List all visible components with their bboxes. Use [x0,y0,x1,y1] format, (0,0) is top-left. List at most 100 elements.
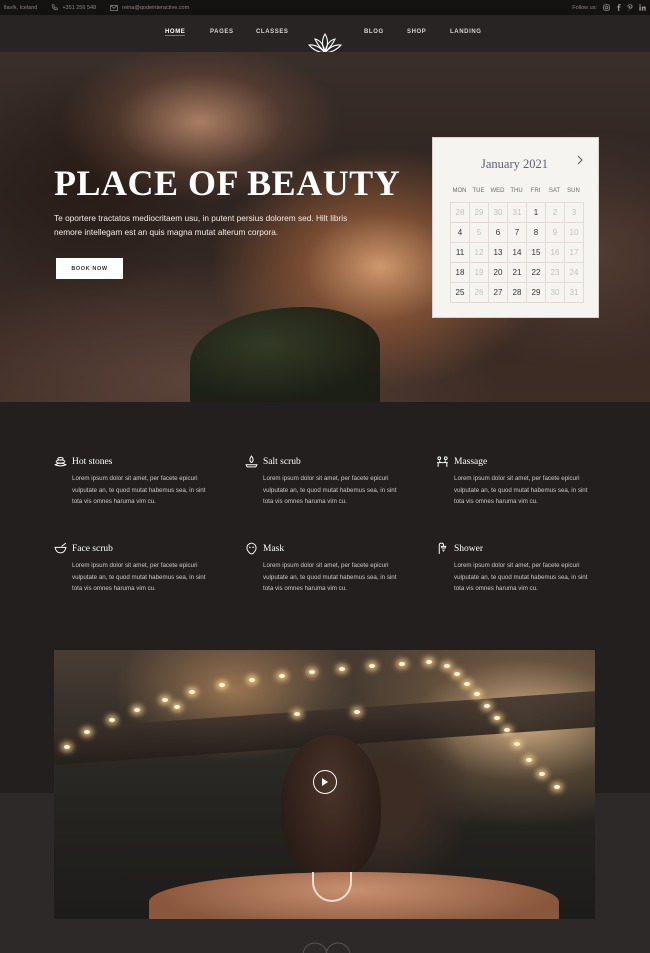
email-item[interactable]: reina@qodeinteractive.com [110,4,189,11]
play-button[interactable] [313,770,337,794]
candle-light [134,708,140,712]
weekday-label: WED [490,188,505,194]
calendar-day[interactable]: 21 [508,263,527,283]
candle-light [279,674,285,678]
video-image-person [281,735,381,880]
book-now-button[interactable]: BOOK NOW [56,258,123,279]
service-description: Lorem ipsum dolor sit amet, per facete e… [72,475,206,505]
candle-light [494,716,500,720]
nav-classes[interactable]: CLASSES [256,29,289,35]
service-item: Massage Lorem ipsum dolor sit amet, per f… [436,455,601,508]
calendar-day[interactable]: 6 [489,223,508,243]
calendar-day[interactable]: 9 [546,223,565,243]
service-item: Hot stones Lorem ipsum dolor sit amet, pe… [54,455,219,508]
calendar-day[interactable]: 20 [489,263,508,283]
calendar-day[interactable]: 11 [451,243,470,263]
calendar-day[interactable]: 17 [565,243,584,263]
calendar-day[interactable]: 26 [470,283,489,303]
phone-text: +351 256 548 [62,4,97,11]
calendar-day[interactable]: 12 [470,243,489,263]
calendar-day[interactable]: 27 [489,283,508,303]
service-title-row: Massage [436,455,601,468]
candle-light [369,664,375,668]
service-title[interactable]: Massage [454,457,487,467]
calendar-day[interactable]: 28 [508,283,527,303]
service-item: Shower Lorem ipsum dolor sit amet, per fa… [436,542,601,595]
calendar-day[interactable]: 31 [508,203,527,223]
calendar-day[interactable]: 13 [489,243,508,263]
candle-light [554,785,560,789]
service-title[interactable]: Mask [263,544,284,554]
candle-light [174,705,180,709]
calendar-day[interactable]: 8 [527,223,546,243]
calendar-day[interactable]: 30 [546,283,565,303]
phone-icon [52,4,58,11]
instagram-icon[interactable] [603,4,610,11]
candle-light [464,682,470,686]
calendar-weekdays: MON TUE WED THU FRI SAT SUN [450,188,583,194]
calendar-day[interactable]: 25 [451,283,470,303]
nav-home[interactable]: HOME [165,29,186,36]
nav-pages[interactable]: PAGES [210,29,234,35]
service-item: Face scrub Lorem ipsum dolor sit amet, pe… [54,542,219,595]
shower-icon [438,542,447,554]
facebook-icon[interactable] [616,4,621,11]
service-title[interactable]: Salt scrub [263,457,301,467]
service-item: Mask Lorem ipsum dolor sit amet, per face… [245,542,410,595]
hero-title: PLACE OF BEAUTY [54,163,401,203]
decorative-circles-icon [302,942,351,953]
calendar-day[interactable]: 19 [470,263,489,283]
video-image-shoulders [149,872,559,919]
calendar-day[interactable]: 24 [565,263,584,283]
calendar-day[interactable]: 4 [451,223,470,243]
calendar-grid: 28 29 30 31 1 2 3 4 5 6 7 8 9 10 11 12 13 14 15 16 17 18 19 20 2… [450,202,584,303]
candle-light [514,742,520,746]
calendar-day[interactable]: 18 [451,263,470,283]
pinterest-icon[interactable] [627,4,633,11]
nav-blog[interactable]: BLOG [364,29,384,35]
candle-light [444,664,450,668]
calendar-day[interactable]: 16 [546,243,565,263]
service-title-row: Hot stones [54,455,219,468]
phone-item[interactable]: +351 256 548 [51,4,96,11]
candle-light [454,672,460,676]
calendar-day[interactable]: 31 [565,283,584,303]
service-title[interactable]: Hot stones [72,457,112,467]
hot-stones-icon [54,457,67,467]
service-title[interactable]: Shower [454,544,483,554]
candle-light [474,692,480,696]
mask-icon [246,542,257,555]
calendar-day[interactable]: 7 [508,223,527,243]
calendar-day[interactable]: 10 [565,223,584,243]
chevron-right-icon[interactable] [576,155,584,165]
top-bar: ſlavík, Iceland +351 256 548 reina@qodei… [0,0,650,15]
calendar-day[interactable]: 5 [470,223,489,243]
calendar-day[interactable]: 15 [527,243,546,263]
nav-landing[interactable]: LANDING [450,29,482,35]
candle-light [219,683,225,687]
salt-scrub-icon [245,455,258,468]
face-scrub-icon [54,542,67,554]
calendar-month: January 2021 [481,157,548,171]
calendar-day[interactable]: 14 [508,243,527,263]
candle-light [539,772,545,776]
calendar-day[interactable]: 1 [527,203,546,223]
calendar-day[interactable]: 29 [470,203,489,223]
calendar-day[interactable]: 23 [546,263,565,283]
calendar-day[interactable]: 30 [489,203,508,223]
service-title-row: Mask [245,542,410,555]
linkedin-icon[interactable] [639,4,646,11]
candle-light [64,745,70,749]
calendar-day[interactable]: 29 [527,283,546,303]
calendar-day[interactable]: 22 [527,263,546,283]
calendar-day[interactable]: 2 [546,203,565,223]
weekday-label: TUE [472,188,485,194]
location-text: ſlavík, Iceland [4,4,38,11]
service-title[interactable]: Face scrub [72,544,113,554]
nav-shop[interactable]: SHOP [407,29,426,35]
weekday-label: MON [452,188,467,194]
calendar-widget: January 2021 MON TUE WED THU FRI SAT SUN 28 29 3… [432,137,599,318]
calendar-day[interactable]: 3 [565,203,584,223]
weekday-label: THU [510,188,523,194]
calendar-day[interactable]: 28 [451,203,470,223]
